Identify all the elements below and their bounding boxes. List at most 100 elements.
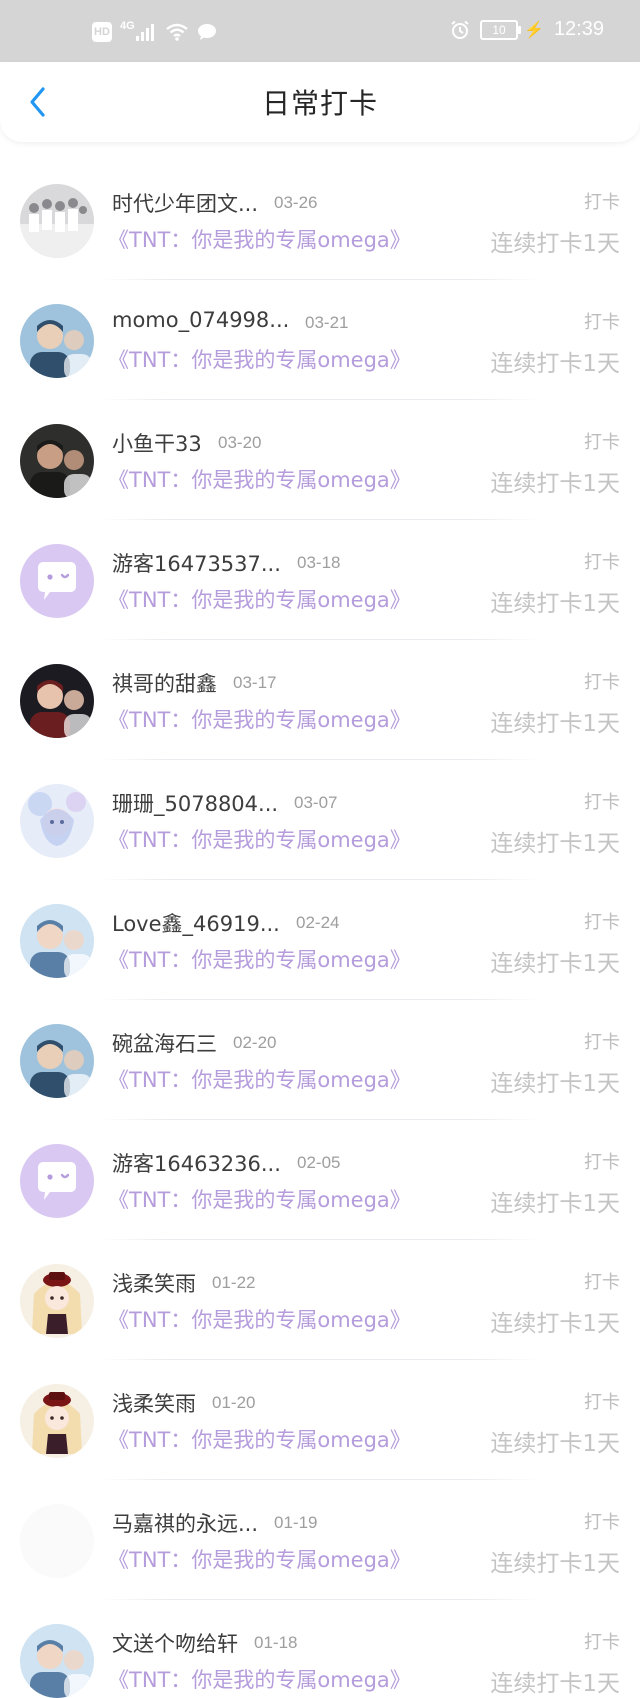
photo-avatar[interactable] [20,1024,94,1098]
username[interactable]: 珊珊_5078804... [112,788,278,818]
streak-text: 连续打卡1天 [490,1551,620,1577]
checkin-tag: 打卡 [584,1272,620,1293]
checkin-tag: 打卡 [584,192,620,213]
list-item[interactable]: 游客16463236... 02-05 《TNT：你是我的专属omega》 打卡连续打… [0,1120,640,1240]
checkin-tag: 打卡 [584,432,620,453]
checkin-date: 03-21 [305,313,349,332]
list-item[interactable]: 游客16473537... 03-18 《TNT：你是我的专属omega》 打卡 连续打… [0,520,640,640]
photo-avatar[interactable] [20,1624,94,1698]
illustration-avatar[interactable] [20,784,94,858]
photo-avatar[interactable] [20,664,94,738]
list-item[interactable]: 浅柔笑雨 01-22 《TNT：你是我的专属omega》 打卡 连续打卡1天 [0,1240,640,1360]
book-title-link[interactable]: 《TNT：你是我的专属omega》 [108,1544,411,1574]
checkin-date: 01-19 [274,1513,318,1532]
book-title-link[interactable]: 《TNT：你是我的专属omega》 [108,1424,411,1454]
checkin-date: 03-07 [294,793,338,812]
guest-chat-avatar[interactable] [20,1144,94,1218]
checkin-tag: 打卡 [584,552,620,573]
streak-text: 连续打卡1天 [490,231,620,257]
wifi-icon [165,23,188,41]
username[interactable]: 游客16473537... [112,548,281,578]
username[interactable]: 浅柔笑雨 [112,1388,196,1418]
book-title-link[interactable]: 《TNT：你是我的专属omega》 [108,1304,411,1334]
username[interactable]: 文送个吻给轩 [112,1628,238,1658]
chevron-left-icon [30,87,45,117]
guest-chat-avatar[interactable] [20,544,94,618]
list-item[interactable]: 碗盆海石三 02-20 《TNT：你是我的专属omega》 打卡连续打卡1天 [0,1000,640,1120]
list-item[interactable]: 珊珊_5078804... 03-07 《TNT：你是我的专属omega》 打卡 连续打… [0,760,640,880]
book-title-link[interactable]: 《TNT：你是我的专属omega》 [108,584,411,614]
alarm-icon [451,20,469,39]
battery-icon: 10 [480,19,522,40]
streak-text: 连续打卡1天 [490,471,620,497]
book-title-link[interactable]: 《TNT：你是我的专属omega》 [108,824,411,854]
list-item[interactable]: 祺哥的甜鑫 03-17 《TNT：你是我的专属omega》 打卡连续打卡1天 [0,640,640,760]
book-title-link[interactable]: 《TNT：你是我的专属omega》 [108,944,411,974]
illustration-avatar[interactable] [20,1264,94,1338]
list-item[interactable]: 马嘉祺的永远... 01-19 《TNT：你是我的专属omega》 打卡连续打卡1天 [0,1480,640,1600]
username[interactable]: Love鑫_46919... [112,908,280,938]
status-time: 12:39 [553,18,604,40]
username[interactable]: 碗盆海石三 [112,1028,217,1058]
streak-text: 连续打卡1天 [490,711,620,737]
checkin-date: 01-18 [254,1633,298,1652]
photo-avatar[interactable] [20,904,94,978]
book-title-link[interactable]: 《TNT：你是我的专属omega》 [108,1184,411,1214]
signal-icon [135,24,154,41]
back-button[interactable] [20,84,56,120]
username[interactable]: momo_074998... [112,308,289,332]
username[interactable]: 小鱼干33 [112,428,202,458]
username[interactable]: 游客16463236... [112,1148,281,1178]
checkin-tag: 打卡 [584,1032,620,1053]
status-right: 10 ⚡ 12:39 [450,18,604,41]
checkin-date: 03-26 [274,193,318,212]
checkin-date: 02-20 [233,1033,277,1052]
nav-bar: 日常打卡 [0,62,640,142]
list-item[interactable]: Love鑫_46919... 02-24 《TNT：你是我的专属omega》 打卡连续… [0,880,640,1000]
book-title-link[interactable]: 《TNT：你是我的专属omega》 [108,1664,411,1694]
username[interactable]: 浅柔笑雨 [112,1268,196,1298]
list-item[interactable]: momo_074998... 03-21 《TNT：你是我的专属omega》 打卡连续… [0,280,640,400]
network-type: 4G [120,20,135,32]
checkin-date: 03-17 [233,673,277,692]
list-item[interactable]: 文送个吻给轩 01-18 《TNT：你是我的专属omega》 打卡 连续打卡1天 [0,1600,640,1698]
blank-avatar[interactable] [20,1504,94,1578]
hd-icon: HD [92,22,112,42]
checkin-date: 01-22 [212,1273,256,1292]
streak-text: 连续打卡1天 [490,351,620,377]
illustration-avatar[interactable] [20,1384,94,1458]
checkin-date: 01-20 [212,1393,256,1412]
message-icon [197,24,216,40]
checkin-tag: 打卡 [584,912,620,933]
username[interactable]: 祺哥的甜鑫 [112,668,217,698]
username[interactable]: 时代少年团文... [112,188,258,218]
list-item[interactable]: 浅柔笑雨 01-20 《TNT：你是我的专属omega》 打卡 连续打卡1天 [0,1360,640,1480]
book-title-link[interactable]: 《TNT：你是我的专属omega》 [108,464,411,494]
username[interactable]: 马嘉祺的永远... [112,1508,258,1538]
checkin-date: 02-24 [296,913,340,932]
streak-text: 连续打卡1天 [490,951,620,977]
photo-group-avatar[interactable] [20,184,94,258]
status-bar: HD 4G 10 ⚡ 12:39 [0,0,640,64]
checkin-list: 时代少年团文... 03-26 《TNT：你是我的专属omega》 打卡 连续打卡1天 m… [0,160,640,1698]
checkin-tag: 打卡 [584,672,620,693]
checkin-tag: 打卡 [584,1632,620,1653]
streak-text: 连续打卡1天 [490,1191,620,1217]
photo-avatar[interactable] [20,424,94,498]
book-title-link[interactable]: 《TNT：你是我的专属omega》 [108,344,411,374]
list-item[interactable]: 小鱼干33 03-20 《TNT：你是我的专属omega》 打卡 连续打卡1天 [0,400,640,520]
checkin-tag: 打卡 [584,1392,620,1413]
checkin-tag: 打卡 [584,312,620,333]
charging-icon: ⚡ [524,21,544,39]
streak-text: 连续打卡1天 [490,831,620,857]
book-title-link[interactable]: 《TNT：你是我的专属omega》 [108,1064,411,1094]
checkin-date: 02-05 [297,1153,341,1172]
photo-avatar[interactable] [20,304,94,378]
page-title: 日常打卡 [261,87,378,120]
list-item[interactable]: 时代少年团文... 03-26 《TNT：你是我的专属omega》 打卡连续打卡1天 [0,160,640,280]
checkin-tag: 打卡 [584,1512,620,1533]
book-title-link[interactable]: 《TNT：你是我的专属omega》 [108,704,411,734]
streak-text: 连续打卡1天 [490,1071,620,1097]
checkin-tag: 打卡 [584,1152,620,1173]
book-title-link[interactable]: 《TNT：你是我的专属omega》 [108,224,411,254]
